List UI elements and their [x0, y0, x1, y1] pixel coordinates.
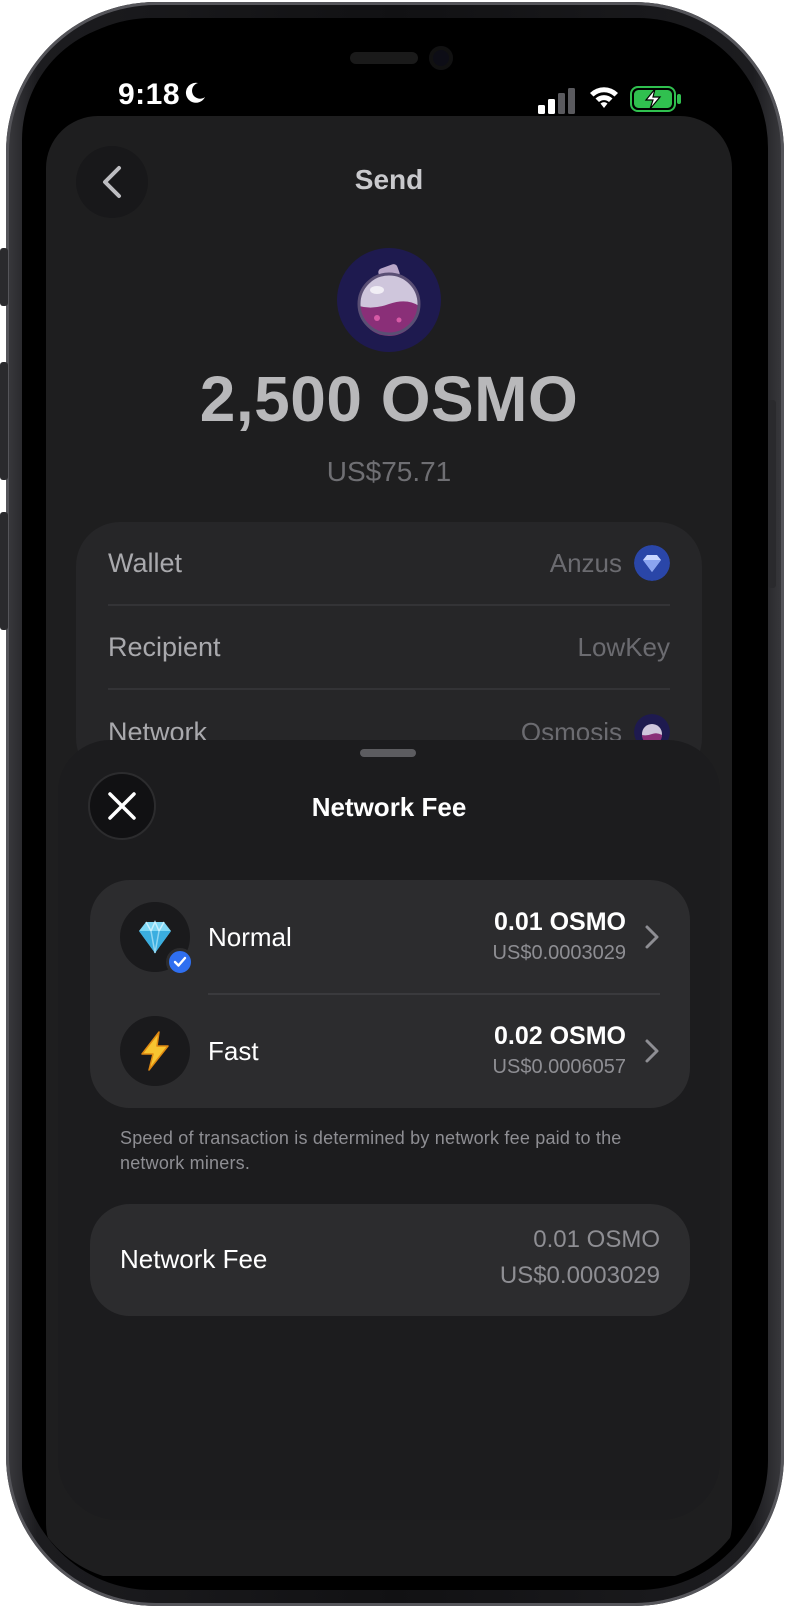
fee-summary-card: Network Fee 0.01 OSMO US$0.0003029	[90, 1204, 690, 1316]
diamond-wallet-icon	[634, 545, 670, 581]
power-button	[768, 400, 776, 588]
fee-option-amount: 0.02 OSMO	[494, 1022, 626, 1050]
network-fee-sheet: Network Fee Normal 0.01 OSMO US$0.000302…	[58, 740, 720, 1520]
fee-option-usd: US$0.0006057	[492, 1056, 626, 1078]
volume-up-button	[0, 362, 8, 480]
fee-helper-text: Speed of transaction is determined by ne…	[120, 1128, 622, 1173]
status-time: 9:18	[118, 78, 181, 111]
wifi-icon	[590, 87, 618, 108]
sheet-grabber[interactable]	[360, 749, 416, 757]
earpiece-speaker	[350, 52, 418, 64]
fee-option-name: Normal	[208, 922, 292, 952]
chevron-right-icon	[645, 1039, 659, 1063]
chevron-right-icon	[645, 925, 659, 949]
moon-icon	[185, 82, 205, 103]
battery-charging-icon	[630, 86, 681, 112]
lightning-icon	[120, 1016, 190, 1086]
fee-option-normal[interactable]: Normal 0.01 OSMO US$0.0003029	[90, 880, 690, 994]
wallet-row[interactable]: Wallet Anzus	[108, 522, 670, 606]
recipient-row[interactable]: Recipient LowKey	[108, 606, 670, 690]
summary-amount: 0.01 OSMO	[533, 1226, 660, 1253]
recipient-label: Recipient	[108, 631, 221, 662]
page-title: Send	[354, 164, 424, 195]
cellular-signal-icon	[538, 88, 575, 114]
selected-check-icon	[166, 948, 194, 976]
action-button	[0, 248, 8, 306]
recipient-value: LowKey	[577, 631, 671, 662]
summary-label: Network Fee	[120, 1244, 268, 1274]
fee-option-usd: US$0.0003029	[492, 942, 626, 964]
fee-option-name: Fast	[208, 1036, 259, 1066]
fee-option-amount: 0.01 OSMO	[494, 908, 626, 936]
wallet-value: Anzus	[549, 547, 622, 578]
screen: 9:18 Send 2,500 OSMO US$75.71 Wallet Anz…	[22, 22, 756, 1582]
volume-down-button	[0, 512, 8, 630]
summary-usd: US$0.0003029	[499, 1262, 660, 1289]
wallet-label: Wallet	[108, 547, 183, 578]
front-camera	[429, 46, 453, 70]
osmo-potion-icon	[337, 248, 441, 352]
sheet-title: Network Fee	[311, 792, 467, 822]
fee-option-fast[interactable]: Fast 0.02 OSMO US$0.0006057	[90, 994, 690, 1108]
send-amount-usd: US$75.71	[326, 456, 452, 487]
fee-options-card: Normal 0.01 OSMO US$0.0003029 Fast 0.02 …	[90, 880, 690, 1108]
send-amount: 2,500 OSMO	[199, 363, 579, 435]
